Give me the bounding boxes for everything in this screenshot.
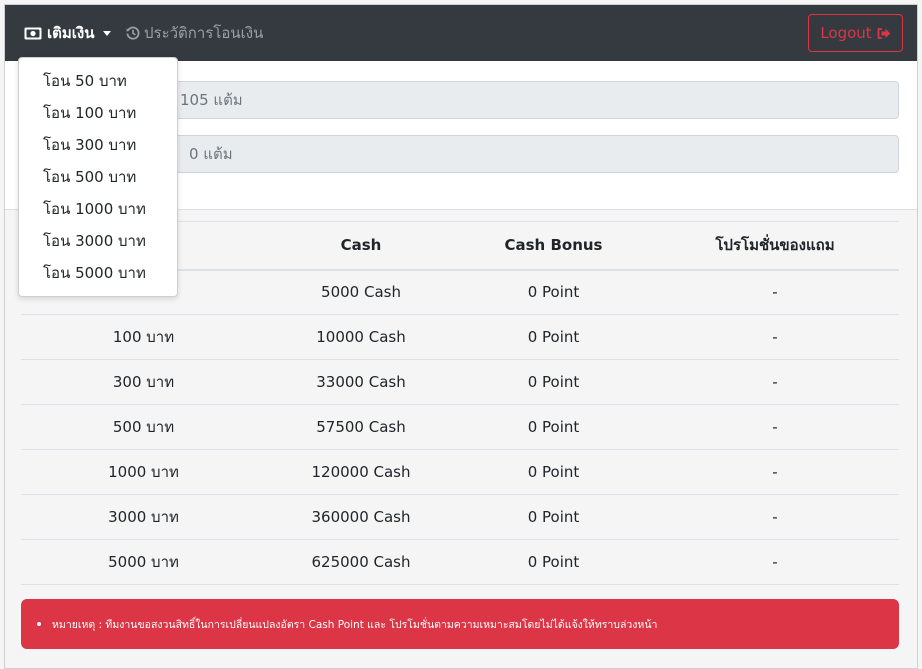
row-amount: 100 บาท — [21, 314, 266, 360]
row-bonus: 0 Point — [456, 359, 651, 405]
money-bill-icon — [24, 27, 42, 40]
dropdown-item-3000[interactable]: โอน 3000 บาท — [19, 225, 177, 257]
row-cash: 5000 Cash — [266, 269, 456, 315]
row-promotion: - — [651, 449, 899, 495]
table-row: 300 บาท 33000 Cash 0 Point - — [21, 359, 899, 405]
row-cash: 625000 Cash — [266, 539, 456, 585]
row-bonus: 0 Point — [456, 449, 651, 495]
row-cash: 120000 Cash — [266, 449, 456, 495]
app-window: เติมเงิน ประวัติการโอนเงิน Logout 105 แต… — [4, 4, 918, 669]
row-bonus: 0 Point — [456, 269, 651, 315]
header-cash: Cash — [266, 221, 456, 271]
table-row: 100 บาท 10000 Cash 0 Point - — [21, 314, 899, 360]
dropdown-item-50[interactable]: โอน 50 บาท — [19, 65, 177, 97]
header-cash-bonus: Cash Bonus — [456, 221, 651, 271]
table-row: 3000 บาท 360000 Cash 0 Point - — [21, 494, 899, 540]
row-amount: 1000 บาท — [21, 449, 266, 495]
table-row: 5000 บาท 625000 Cash 0 Point - — [21, 539, 899, 585]
row-promotion: - — [651, 359, 899, 405]
row-promotion: - — [651, 539, 899, 585]
row-amount: 500 บาท — [21, 404, 266, 450]
logout-label: Logout — [820, 24, 872, 42]
dropdown-item-1000[interactable]: โอน 1000 บาท — [19, 193, 177, 225]
row-amount: 5000 บาท — [21, 539, 266, 585]
topup-dropdown-toggle[interactable]: เติมเงิน — [24, 22, 112, 44]
notice-alert: หมายเหตุ : ทีมงานขอสงวนสิทธิ์ในการเปลี่ย… — [21, 599, 899, 649]
bullet-icon — [37, 622, 41, 626]
row-bonus: 0 Point — [456, 539, 651, 585]
dropdown-item-100[interactable]: โอน 100 บาท — [19, 97, 177, 129]
row-promotion: - — [651, 269, 899, 315]
row-promotion: - — [651, 314, 899, 360]
history-icon — [126, 26, 140, 40]
history-link[interactable]: ประวัติการโอนเงิน — [126, 22, 263, 44]
sign-out-icon — [877, 27, 891, 40]
row-bonus: 0 Point — [456, 314, 651, 360]
dropdown-item-300[interactable]: โอน 300 บาท — [19, 129, 177, 161]
row-amount: 300 บาท — [21, 359, 266, 405]
row-bonus: 0 Point — [456, 494, 651, 540]
history-label: ประวัติการโอนเงิน — [144, 24, 264, 42]
topup-label: เติมเงิน — [47, 24, 95, 42]
table-row: 500 บาท 57500 Cash 0 Point - — [21, 404, 899, 450]
row-cash: 360000 Cash — [266, 494, 456, 540]
logout-button[interactable]: Logout — [808, 14, 903, 52]
row-amount: 3000 บาท — [21, 494, 266, 540]
row-cash: 33000 Cash — [266, 359, 456, 405]
caret-down-icon — [103, 30, 112, 36]
header-promotion: โปรโมชั่นของแถม — [651, 221, 899, 271]
dropdown-item-500[interactable]: โอน 500 บาท — [19, 161, 177, 193]
dropdown-item-5000[interactable]: โอน 5000 บาท — [19, 257, 177, 289]
row-cash: 57500 Cash — [266, 404, 456, 450]
row-promotion: - — [651, 494, 899, 540]
notice-text: หมายเหตุ : ทีมงานขอสงวนสิทธิ์ในการเปลี่ย… — [52, 618, 658, 631]
row-bonus: 0 Point — [456, 404, 651, 450]
navbar: เติมเงิน ประวัติการโอนเงิน Logout — [5, 5, 917, 61]
table-row: 1000 บาท 120000 Cash 0 Point - — [21, 449, 899, 495]
row-promotion: - — [651, 404, 899, 450]
row-cash: 10000 Cash — [266, 314, 456, 360]
topup-dropdown-menu: โอน 50 บาท โอน 100 บาท โอน 300 บาท โอน 5… — [18, 57, 178, 297]
